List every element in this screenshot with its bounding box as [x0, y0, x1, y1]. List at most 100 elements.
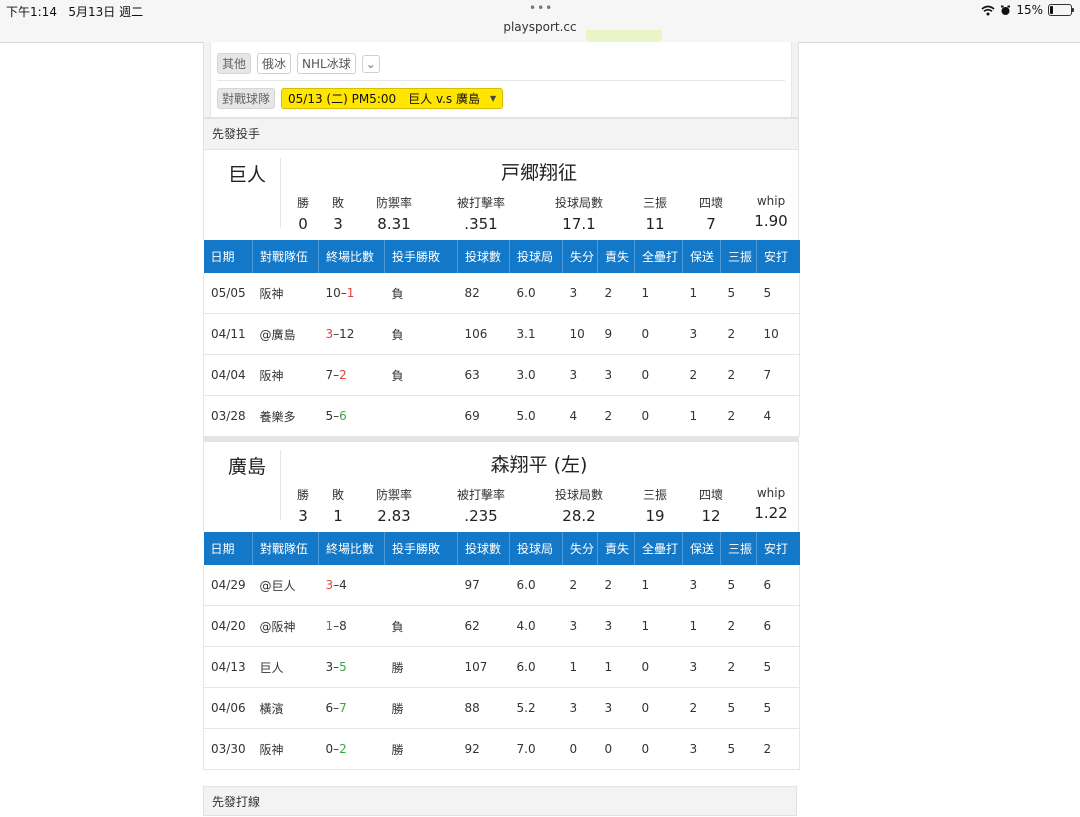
filter-row-other: 其他 俄冰 NHL冰球 ⌄	[217, 53, 380, 74]
cell-r: 3	[562, 687, 598, 729]
column-header: 三振	[720, 532, 757, 565]
status-right: 15%	[981, 3, 1074, 17]
matchup-label: 對戰球隊	[217, 88, 276, 109]
cell-bb: 2	[682, 354, 721, 396]
filter-panel: 其他 俄冰 NHL冰球 ⌄ 對戰球隊 05/13 (二) PM5:00 巨人 v…	[203, 42, 799, 118]
cell-r: 4	[562, 395, 598, 437]
cell-opponent[interactable]: @廣島	[252, 313, 319, 355]
cell-r: 0	[562, 728, 598, 770]
chip-nhl-hockey[interactable]: NHL冰球	[297, 53, 356, 74]
stat-baa: 被打擊率 .235	[441, 486, 521, 525]
score-team: 10	[325, 286, 341, 300]
cell-er: 2	[597, 395, 635, 437]
cell-opponent[interactable]: @巨人	[252, 565, 319, 606]
column-header: 全壘打	[634, 532, 683, 565]
cell-hr: 1	[634, 605, 683, 647]
cell-score: 10–1	[318, 273, 385, 314]
cell-opponent[interactable]: @阪神	[252, 605, 319, 647]
cell-score: 0–2	[318, 728, 385, 770]
cell-decision: 勝	[384, 687, 458, 729]
game-log-table: 日期 對戰隊伍 終場比數 投手勝敗 投球數 投球局 失分 責失 全壘打 保送 三振 安打 04/29 @巨…	[203, 532, 800, 770]
cell-pc: 106	[457, 313, 510, 355]
column-header: 投球局	[509, 240, 563, 273]
cell-er: 3	[597, 354, 635, 396]
score-opponent: 7	[339, 701, 347, 715]
chip-russian-hockey[interactable]: 俄冰	[257, 53, 292, 74]
wifi-icon	[981, 5, 995, 15]
cell-decision	[384, 395, 458, 437]
pitcher-name[interactable]: 戸郷翔征	[280, 158, 798, 185]
cell-date: 03/30	[203, 728, 253, 770]
column-header: 三振	[720, 240, 757, 273]
table-row: 04/13 巨人 3–5 勝 107 6.0 1 1 0 3 2 5	[203, 646, 800, 688]
cell-pc: 97	[457, 565, 510, 606]
status-date: 5月13日 週二	[68, 5, 144, 19]
cell-opponent[interactable]: 橫濱	[252, 687, 319, 729]
cell-pc: 92	[457, 728, 510, 770]
cell-date: 04/11	[203, 313, 253, 355]
cell-h: 4	[756, 395, 800, 437]
column-header: 投球數	[457, 240, 510, 273]
cell-opponent[interactable]: 養樂多	[252, 395, 319, 437]
score-team: 3	[325, 327, 334, 341]
cell-opponent[interactable]: 阪神	[252, 728, 319, 770]
column-header: 日期	[203, 240, 253, 273]
column-header: 責失	[597, 240, 635, 273]
cell-bb: 3	[682, 313, 721, 355]
stat-whip: whip 1.90	[731, 194, 811, 230]
cell-score: 3–4	[318, 565, 385, 606]
stat-value: .351	[464, 215, 498, 233]
cell-bb: 2	[682, 687, 721, 729]
column-header: 失分	[562, 240, 598, 273]
cell-decision: 負	[384, 354, 458, 396]
column-header: 投手勝敗	[384, 240, 458, 273]
cell-so: 2	[720, 395, 757, 437]
cell-h: 7	[756, 354, 800, 396]
chevron-down-icon[interactable]: ⌄	[361, 54, 380, 73]
stat-era: 防禦率 8.31	[354, 194, 434, 233]
column-header: 投手勝敗	[384, 532, 458, 565]
stat-value: 1.90	[754, 212, 788, 230]
pitcher-block: 巨人 戸郷翔征勝 0 敗 3 防禦率 8.31 被打擊率 .351 投球局數 17.1 三振 11 四壞 7…	[203, 150, 800, 442]
cell-score: 3–12	[318, 313, 385, 355]
cell-decision: 勝	[384, 646, 458, 688]
cell-score: 3–5	[318, 646, 385, 688]
stat-era: 防禦率 2.83	[354, 486, 434, 525]
cell-date: 04/20	[203, 605, 253, 647]
content-column: 其他 俄冰 NHL冰球 ⌄ 對戰球隊 05/13 (二) PM5:00 巨人 v…	[203, 42, 800, 770]
cell-hr: 0	[634, 646, 683, 688]
section-starting-pitcher: 先發投手	[203, 118, 799, 150]
table-row: 05/05 阪神 10–1 負 82 6.0 3 2 1 1 5 5	[203, 273, 800, 314]
cell-so: 5	[720, 728, 757, 770]
cell-ip: 6.0	[509, 565, 563, 606]
column-header: 投球數	[457, 532, 510, 565]
stat-value: 17.1	[562, 215, 596, 233]
cell-opponent[interactable]: 巨人	[252, 646, 319, 688]
cell-pc: 107	[457, 646, 510, 688]
address-url[interactable]: playsport.cc	[0, 20, 1080, 34]
pitcher-summary: 廣島 森翔平 (左) 勝 3 敗 1 防禦率 2.83 被打擊率 .235 投球局數 28.2 三振 19…	[203, 442, 799, 532]
table-row: 04/20 @阪神 1–8 負 62 4.0 3 3 1 1 2 6	[203, 605, 800, 647]
pitcher-block: 廣島 森翔平 (左) 勝 3 敗 1 防禦率 2.83 被打擊率 .235 投球局數 28.2 三振 19…	[203, 442, 800, 770]
cell-so: 5	[720, 273, 757, 314]
cell-er: 1	[597, 646, 635, 688]
stat-value: 28.2	[562, 507, 596, 525]
table-header-row: 日期 對戰隊伍 終場比數 投手勝敗 投球數 投球局 失分 責失 全壘打 保送 三振 安打	[203, 240, 800, 273]
cell-er: 9	[597, 313, 635, 355]
table-row: 04/04 阪神 7–2 負 63 3.0 3 3 0 2 2 7	[203, 354, 800, 396]
column-header: 保送	[682, 532, 721, 565]
cell-h: 2	[756, 728, 800, 770]
cell-opponent[interactable]: 阪神	[252, 273, 319, 314]
score-team: 1	[325, 619, 334, 633]
pitcher-name[interactable]: 森翔平 (左)	[280, 450, 798, 477]
stat-label: 投球局數	[554, 488, 603, 502]
stat-whip: whip 1.22	[731, 486, 811, 522]
stat-value: 8.31	[377, 215, 411, 233]
cell-date: 04/13	[203, 646, 253, 688]
score-opponent: 2	[339, 368, 347, 382]
cell-bb: 1	[682, 395, 721, 437]
matchup-select[interactable]: 05/13 (二) PM5:00 巨人 v.s 廣島 ▼	[281, 88, 504, 109]
cell-decision: 負	[384, 273, 458, 314]
cell-opponent[interactable]: 阪神	[252, 354, 319, 396]
more-dots-icon[interactable]: •••	[529, 1, 553, 15]
